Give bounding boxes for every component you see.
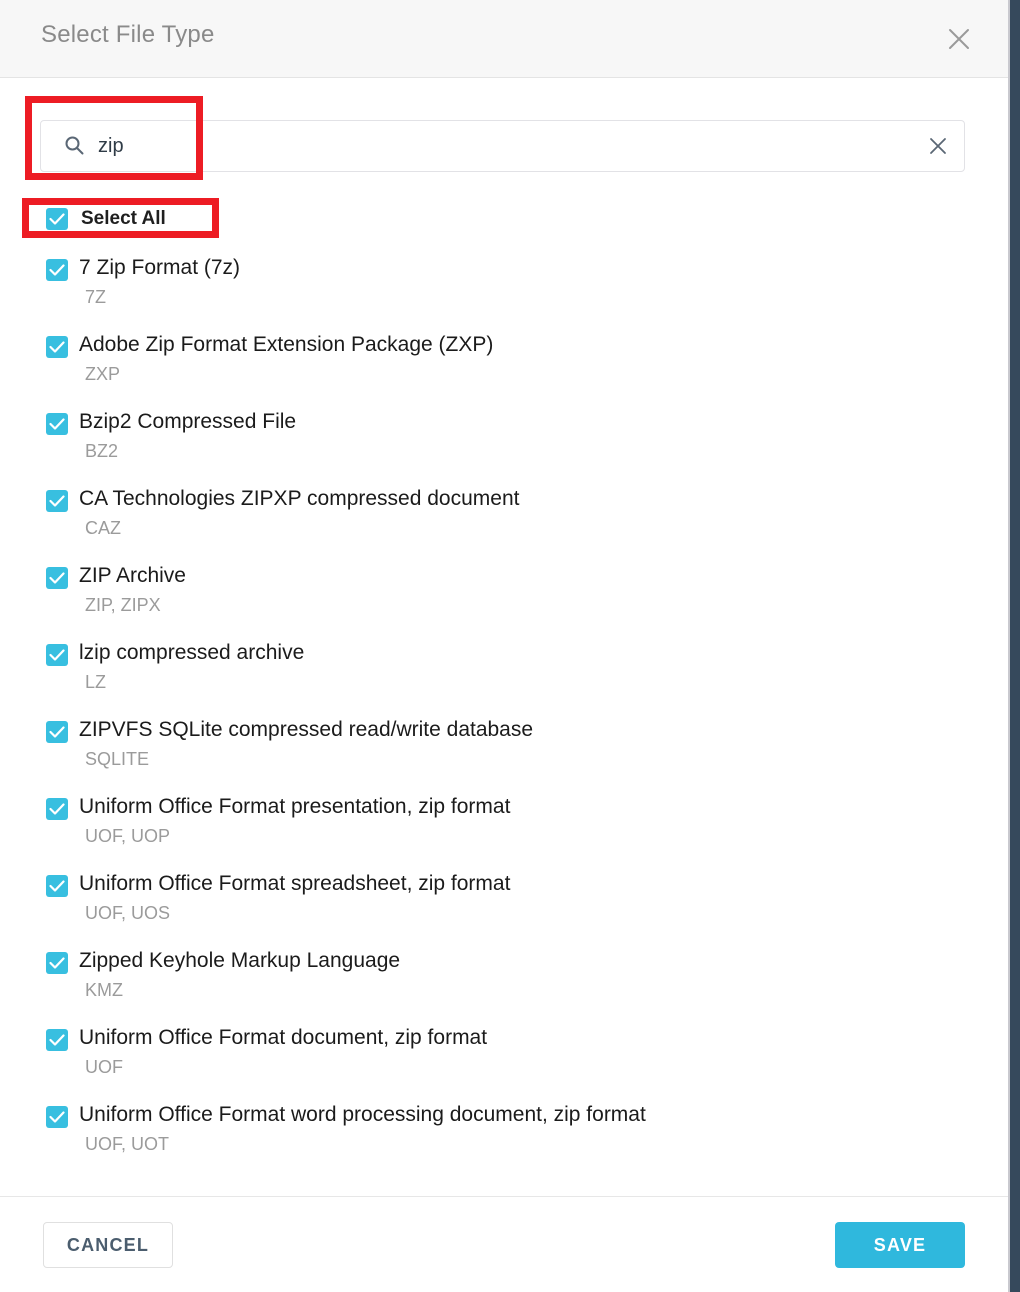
cancel-button[interactable]: CANCEL (43, 1222, 173, 1268)
file-type-name: Uniform Office Format presentation, zip … (79, 795, 511, 818)
file-type-name: ZIPVFS SQLite compressed read/write data… (79, 718, 534, 741)
file-type-name: ZIP Archive (79, 564, 186, 587)
list-item[interactable]: lzip compressed archive LZ (0, 637, 1008, 714)
file-type-checkbox[interactable] (46, 490, 68, 512)
search-input-value: zip (98, 135, 124, 157)
list-item[interactable]: Adobe Zip Format Extension Package (ZXP)… (0, 329, 1008, 406)
dialog-edge-line (1008, 0, 1010, 1292)
screen: Select File Type zip Select All 7 Zip Fo… (0, 0, 1020, 1292)
file-type-name: 7 Zip Format (7z) (79, 256, 241, 279)
file-type-extensions: CAZ (85, 518, 121, 538)
file-type-extensions: UOF (85, 1057, 123, 1077)
file-type-name: Adobe Zip Format Extension Package (ZXP) (79, 333, 494, 356)
file-type-checkbox[interactable] (46, 413, 68, 435)
file-type-extensions: KMZ (85, 980, 123, 1000)
search-icon (64, 135, 84, 155)
file-type-checkbox[interactable] (46, 567, 68, 589)
select-all-label: Select All (81, 208, 166, 229)
close-icon[interactable] (940, 20, 978, 58)
dialog-footer: CANCEL SAVE (0, 1196, 1008, 1292)
file-type-checkbox[interactable] (46, 721, 68, 743)
file-type-extensions: BZ2 (85, 441, 119, 461)
list-item[interactable]: ZIP Archive ZIP, ZIPX (0, 560, 1008, 637)
save-button[interactable]: SAVE (835, 1222, 965, 1268)
list-item[interactable]: Uniform Office Format document, zip form… (0, 1022, 1008, 1099)
list-item[interactable]: 7 Zip Format (7z) 7Z (0, 252, 1008, 329)
file-type-name: Uniform Office Format word processing do… (79, 1103, 646, 1126)
file-type-list: 7 Zip Format (7z) 7Z Adobe Zip Format Exte… (0, 252, 1008, 1176)
file-type-checkbox[interactable] (46, 259, 68, 281)
file-type-checkbox[interactable] (46, 798, 68, 820)
page-background-edge (1008, 0, 1020, 1292)
search-field[interactable]: zip (40, 120, 965, 172)
list-item[interactable]: Zipped Keyhole Markup Language KMZ (0, 945, 1008, 1022)
file-type-extensions: ZXP (85, 364, 121, 384)
list-item[interactable]: Uniform Office Format word processing do… (0, 1099, 1008, 1176)
file-type-checkbox[interactable] (46, 952, 68, 974)
file-type-extensions: 7Z (85, 287, 107, 307)
file-type-extensions: SQLITE (85, 749, 150, 769)
select-file-type-dialog: Select File Type zip Select All 7 Zip Fo… (0, 0, 1008, 1292)
file-type-extensions: LZ (85, 672, 107, 692)
search-input[interactable] (40, 120, 965, 172)
select-all-checkbox[interactable] (46, 208, 68, 230)
file-type-name: Uniform Office Format spreadsheet, zip f… (79, 872, 511, 895)
list-item[interactable]: Uniform Office Format presentation, zip … (0, 791, 1008, 868)
file-type-extensions: UOF, UOT (85, 1134, 169, 1154)
file-type-name: Uniform Office Format document, zip form… (79, 1026, 488, 1049)
file-type-name: lzip compressed archive (79, 641, 305, 664)
list-item[interactable]: Bzip2 Compressed File BZ2 (0, 406, 1008, 483)
list-item[interactable]: Uniform Office Format spreadsheet, zip f… (0, 868, 1008, 945)
clear-icon[interactable] (925, 133, 951, 159)
file-type-checkbox[interactable] (46, 644, 68, 666)
file-type-extensions: ZIP, ZIPX (85, 595, 161, 615)
file-type-name: Bzip2 Compressed File (79, 410, 297, 433)
file-type-checkbox[interactable] (46, 875, 68, 897)
list-item[interactable]: CA Technologies ZIPXP compressed documen… (0, 483, 1008, 560)
file-type-extensions: UOF, UOP (85, 826, 171, 846)
dialog-header: Select File Type (0, 0, 1008, 78)
file-type-checkbox[interactable] (46, 1029, 68, 1051)
page-title: Select File Type (41, 21, 215, 48)
file-type-name: Zipped Keyhole Markup Language (79, 949, 401, 972)
file-type-name: CA Technologies ZIPXP compressed documen… (79, 487, 520, 510)
select-all-row[interactable]: Select All (46, 208, 166, 230)
file-type-extensions: UOF, UOS (85, 903, 171, 923)
file-type-checkbox[interactable] (46, 336, 68, 358)
file-type-checkbox[interactable] (46, 1106, 68, 1128)
list-item[interactable]: ZIPVFS SQLite compressed read/write data… (0, 714, 1008, 791)
